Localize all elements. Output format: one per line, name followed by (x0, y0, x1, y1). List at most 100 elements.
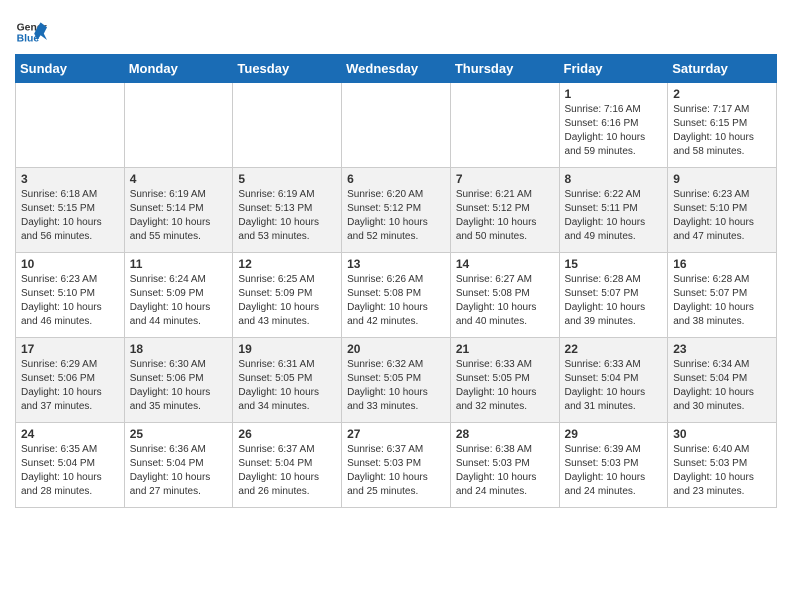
calendar-cell: 29 Sunrise: 6:39 AM Sunset: 5:03 PM Dayli… (559, 423, 668, 508)
calendar-cell: 28 Sunrise: 6:38 AM Sunset: 5:03 PM Dayli… (450, 423, 559, 508)
cell-text: Sunrise: 6:25 AM Sunset: 5:09 PM Dayligh… (238, 273, 336, 329)
calendar-cell: 8 Sunrise: 6:22 AM Sunset: 5:11 PM Daylig… (559, 168, 668, 253)
weekday-header-friday: Friday (559, 55, 668, 83)
calendar-cell: 2 Sunrise: 7:17 AM Sunset: 6:15 PM Daylig… (668, 83, 777, 168)
cell-text: Sunrise: 6:26 AM Sunset: 5:08 PM Dayligh… (347, 273, 445, 329)
cell-text: Sunrise: 6:19 AM Sunset: 5:14 PM Dayligh… (130, 188, 228, 244)
cell-text: Sunrise: 6:28 AM Sunset: 5:07 PM Dayligh… (673, 273, 771, 329)
calendar-week-3: 10 Sunrise: 6:23 AM Sunset: 5:10 PM Dayli… (16, 253, 777, 338)
day-number: 9 (673, 172, 771, 186)
cell-text: Sunrise: 6:36 AM Sunset: 5:04 PM Dayligh… (130, 443, 228, 499)
cell-text: Sunrise: 6:37 AM Sunset: 5:04 PM Dayligh… (238, 443, 336, 499)
day-number: 30 (673, 427, 771, 441)
calendar-cell: 22 Sunrise: 6:33 AM Sunset: 5:04 PM Dayli… (559, 338, 668, 423)
day-number: 27 (347, 427, 445, 441)
cell-text: Sunrise: 6:23 AM Sunset: 5:10 PM Dayligh… (673, 188, 771, 244)
day-number: 14 (456, 257, 554, 271)
day-number: 20 (347, 342, 445, 356)
cell-text: Sunrise: 6:21 AM Sunset: 5:12 PM Dayligh… (456, 188, 554, 244)
calendar-cell: 21 Sunrise: 6:33 AM Sunset: 5:05 PM Dayli… (450, 338, 559, 423)
calendar-week-5: 24 Sunrise: 6:35 AM Sunset: 5:04 PM Dayli… (16, 423, 777, 508)
day-number: 10 (21, 257, 119, 271)
weekday-header-thursday: Thursday (450, 55, 559, 83)
calendar-cell: 1Sunrise: 7:16 AM Sunset: 6:16 PM Daylig… (559, 83, 668, 168)
calendar-cell: 9 Sunrise: 6:23 AM Sunset: 5:10 PM Daylig… (668, 168, 777, 253)
logo-icon: General Blue (15, 16, 47, 48)
cell-text: Sunrise: 6:37 AM Sunset: 5:03 PM Dayligh… (347, 443, 445, 499)
calendar-cell: 13 Sunrise: 6:26 AM Sunset: 5:08 PM Dayli… (342, 253, 451, 338)
day-number: 4 (130, 172, 228, 186)
cell-text: Sunrise: 6:33 AM Sunset: 5:04 PM Dayligh… (565, 358, 663, 414)
day-number: 13 (347, 257, 445, 271)
calendar-cell: 20Sunrise: 6:32 AM Sunset: 5:05 PM Dayli… (342, 338, 451, 423)
day-number: 25 (130, 427, 228, 441)
calendar-cell: 24 Sunrise: 6:35 AM Sunset: 5:04 PM Dayli… (16, 423, 125, 508)
calendar-week-2: 3Sunrise: 6:18 AM Sunset: 5:15 PM Daylig… (16, 168, 777, 253)
calendar-cell (16, 83, 125, 168)
cell-text: Sunrise: 6:22 AM Sunset: 5:11 PM Dayligh… (565, 188, 663, 244)
calendar-header-row: SundayMondayTuesdayWednesdayThursdayFrid… (16, 55, 777, 83)
cell-text: Sunrise: 6:24 AM Sunset: 5:09 PM Dayligh… (130, 273, 228, 329)
cell-text: Sunrise: 6:19 AM Sunset: 5:13 PM Dayligh… (238, 188, 336, 244)
day-number: 2 (673, 87, 771, 101)
calendar-cell: 27 Sunrise: 6:37 AM Sunset: 5:03 PM Dayli… (342, 423, 451, 508)
day-number: 8 (565, 172, 663, 186)
calendar-cell: 7 Sunrise: 6:21 AM Sunset: 5:12 PM Daylig… (450, 168, 559, 253)
day-number: 24 (21, 427, 119, 441)
cell-text: Sunrise: 6:23 AM Sunset: 5:10 PM Dayligh… (21, 273, 119, 329)
day-number: 5 (238, 172, 336, 186)
cell-text: Sunrise: 6:39 AM Sunset: 5:03 PM Dayligh… (565, 443, 663, 499)
header: General Blue (15, 10, 777, 48)
calendar-body: 1Sunrise: 7:16 AM Sunset: 6:16 PM Daylig… (16, 83, 777, 508)
cell-text: Sunrise: 6:28 AM Sunset: 5:07 PM Dayligh… (565, 273, 663, 329)
calendar-cell: 15 Sunrise: 6:28 AM Sunset: 5:07 PM Dayli… (559, 253, 668, 338)
calendar-cell: 12 Sunrise: 6:25 AM Sunset: 5:09 PM Dayli… (233, 253, 342, 338)
calendar-cell: 5 Sunrise: 6:19 AM Sunset: 5:13 PM Daylig… (233, 168, 342, 253)
cell-text: Sunrise: 6:34 AM Sunset: 5:04 PM Dayligh… (673, 358, 771, 414)
day-number: 15 (565, 257, 663, 271)
cell-text: Sunrise: 6:33 AM Sunset: 5:05 PM Dayligh… (456, 358, 554, 414)
calendar-cell: 16 Sunrise: 6:28 AM Sunset: 5:07 PM Dayli… (668, 253, 777, 338)
day-number: 19 (238, 342, 336, 356)
day-number: 6 (347, 172, 445, 186)
calendar-cell (342, 83, 451, 168)
calendar-week-1: 1Sunrise: 7:16 AM Sunset: 6:16 PM Daylig… (16, 83, 777, 168)
weekday-header-saturday: Saturday (668, 55, 777, 83)
cell-text: Sunrise: 6:18 AM Sunset: 5:15 PM Dayligh… (21, 188, 119, 244)
calendar-cell: 25 Sunrise: 6:36 AM Sunset: 5:04 PM Dayli… (124, 423, 233, 508)
weekday-header-wednesday: Wednesday (342, 55, 451, 83)
calendar-cell: 23 Sunrise: 6:34 AM Sunset: 5:04 PM Dayli… (668, 338, 777, 423)
calendar-cell: 11 Sunrise: 6:24 AM Sunset: 5:09 PM Dayli… (124, 253, 233, 338)
day-number: 18 (130, 342, 228, 356)
calendar-cell: 17Sunrise: 6:29 AM Sunset: 5:06 PM Dayli… (16, 338, 125, 423)
logo: General Blue (15, 16, 51, 48)
cell-text: Sunrise: 6:20 AM Sunset: 5:12 PM Dayligh… (347, 188, 445, 244)
cell-text: Sunrise: 6:27 AM Sunset: 5:08 PM Dayligh… (456, 273, 554, 329)
day-number: 22 (565, 342, 663, 356)
calendar-cell (233, 83, 342, 168)
day-number: 28 (456, 427, 554, 441)
cell-text: Sunrise: 6:38 AM Sunset: 5:03 PM Dayligh… (456, 443, 554, 499)
cell-text: Sunrise: 6:40 AM Sunset: 5:03 PM Dayligh… (673, 443, 771, 499)
cell-text: Sunrise: 6:35 AM Sunset: 5:04 PM Dayligh… (21, 443, 119, 499)
calendar-cell: 6 Sunrise: 6:20 AM Sunset: 5:12 PM Daylig… (342, 168, 451, 253)
cell-text: Sunrise: 7:17 AM Sunset: 6:15 PM Dayligh… (673, 103, 771, 159)
calendar-cell: 3Sunrise: 6:18 AM Sunset: 5:15 PM Daylig… (16, 168, 125, 253)
day-number: 21 (456, 342, 554, 356)
day-number: 12 (238, 257, 336, 271)
calendar-cell: 14 Sunrise: 6:27 AM Sunset: 5:08 PM Dayli… (450, 253, 559, 338)
calendar-cell: 30 Sunrise: 6:40 AM Sunset: 5:03 PM Dayli… (668, 423, 777, 508)
day-number: 7 (456, 172, 554, 186)
day-number: 23 (673, 342, 771, 356)
day-number: 16 (673, 257, 771, 271)
day-number: 11 (130, 257, 228, 271)
day-number: 29 (565, 427, 663, 441)
cell-text: Sunrise: 7:16 AM Sunset: 6:16 PM Dayligh… (565, 103, 663, 159)
calendar-cell (124, 83, 233, 168)
calendar-cell: 18 Sunrise: 6:30 AM Sunset: 5:06 PM Dayli… (124, 338, 233, 423)
cell-text: Sunrise: 6:30 AM Sunset: 5:06 PM Dayligh… (130, 358, 228, 414)
calendar-cell: 10 Sunrise: 6:23 AM Sunset: 5:10 PM Dayli… (16, 253, 125, 338)
calendar-cell: 26Sunrise: 6:37 AM Sunset: 5:04 PM Dayli… (233, 423, 342, 508)
day-number: 17 (21, 342, 119, 356)
weekday-header-tuesday: Tuesday (233, 55, 342, 83)
